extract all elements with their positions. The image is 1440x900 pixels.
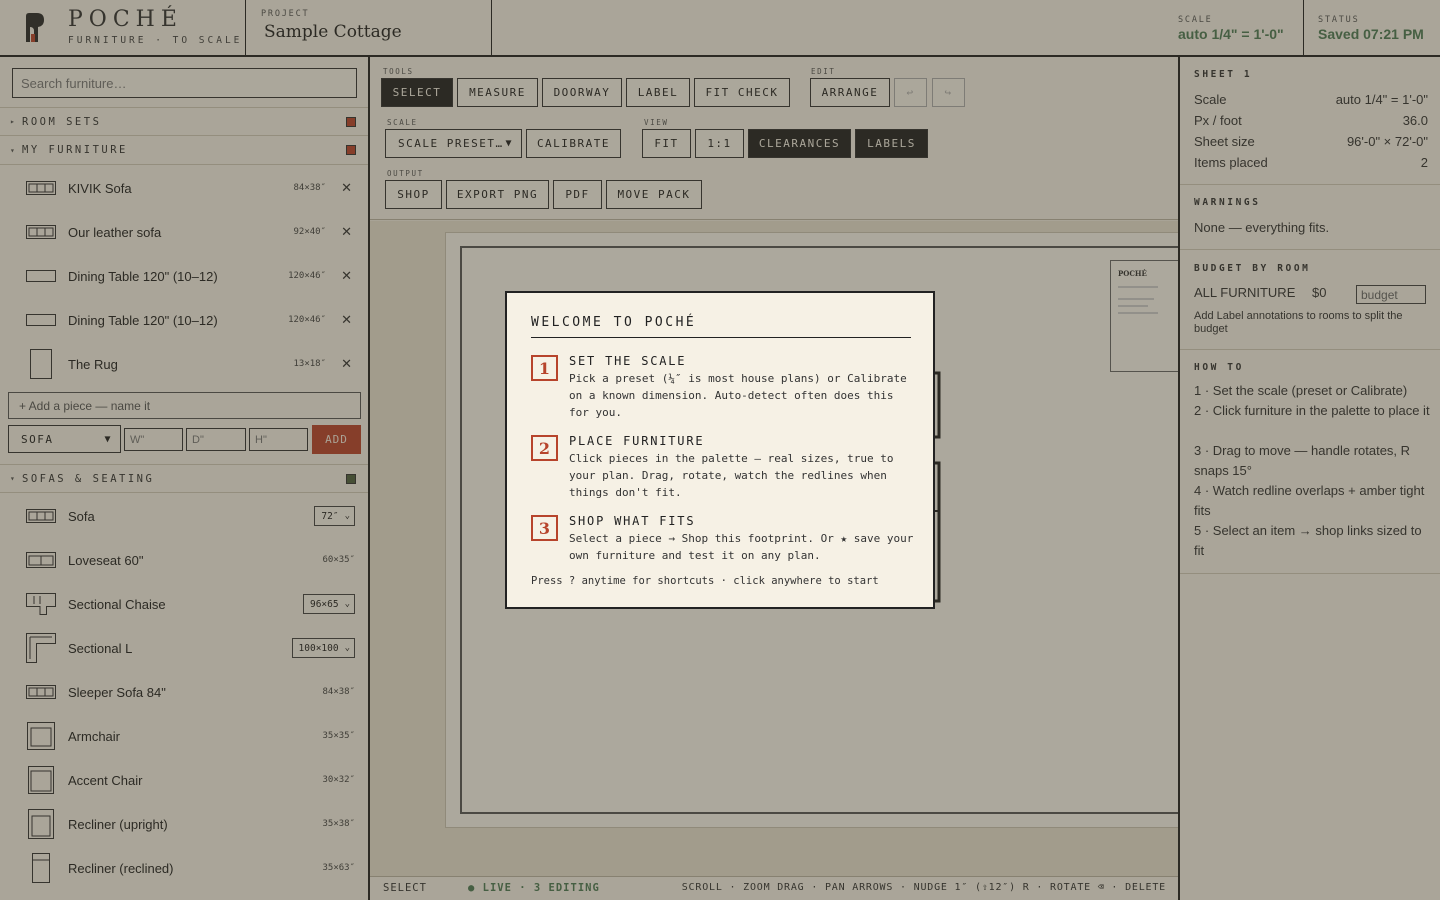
step-body: Select a piece → Shop this footprint. Or…: [569, 532, 914, 562]
app-root: POCHÉ FURNITURE · TO SCALE PROJECT Sampl…: [0, 0, 1440, 900]
step-body: Click pieces in the palette — real sizes…: [569, 452, 894, 499]
step-number: 3: [531, 515, 558, 541]
step-body: Pick a preset (¼″ is most house plans) o…: [569, 372, 907, 419]
step-title: SET THE SCALE: [569, 354, 687, 368]
step-title: PLACE FURNITURE: [569, 434, 705, 448]
divider: [531, 337, 911, 338]
step-title: SHOP WHAT FITS: [569, 514, 696, 528]
step-number: 2: [531, 435, 558, 461]
welcome-dialog[interactable]: WELCOME TO POCHÉ 1 SET THE SCALE Pick a …: [505, 291, 935, 609]
dialog-footer: Press ? anytime for shortcuts · click an…: [531, 575, 879, 587]
dialog-title: WELCOME TO POCHÉ: [531, 315, 697, 330]
step-number: 1: [531, 355, 558, 381]
